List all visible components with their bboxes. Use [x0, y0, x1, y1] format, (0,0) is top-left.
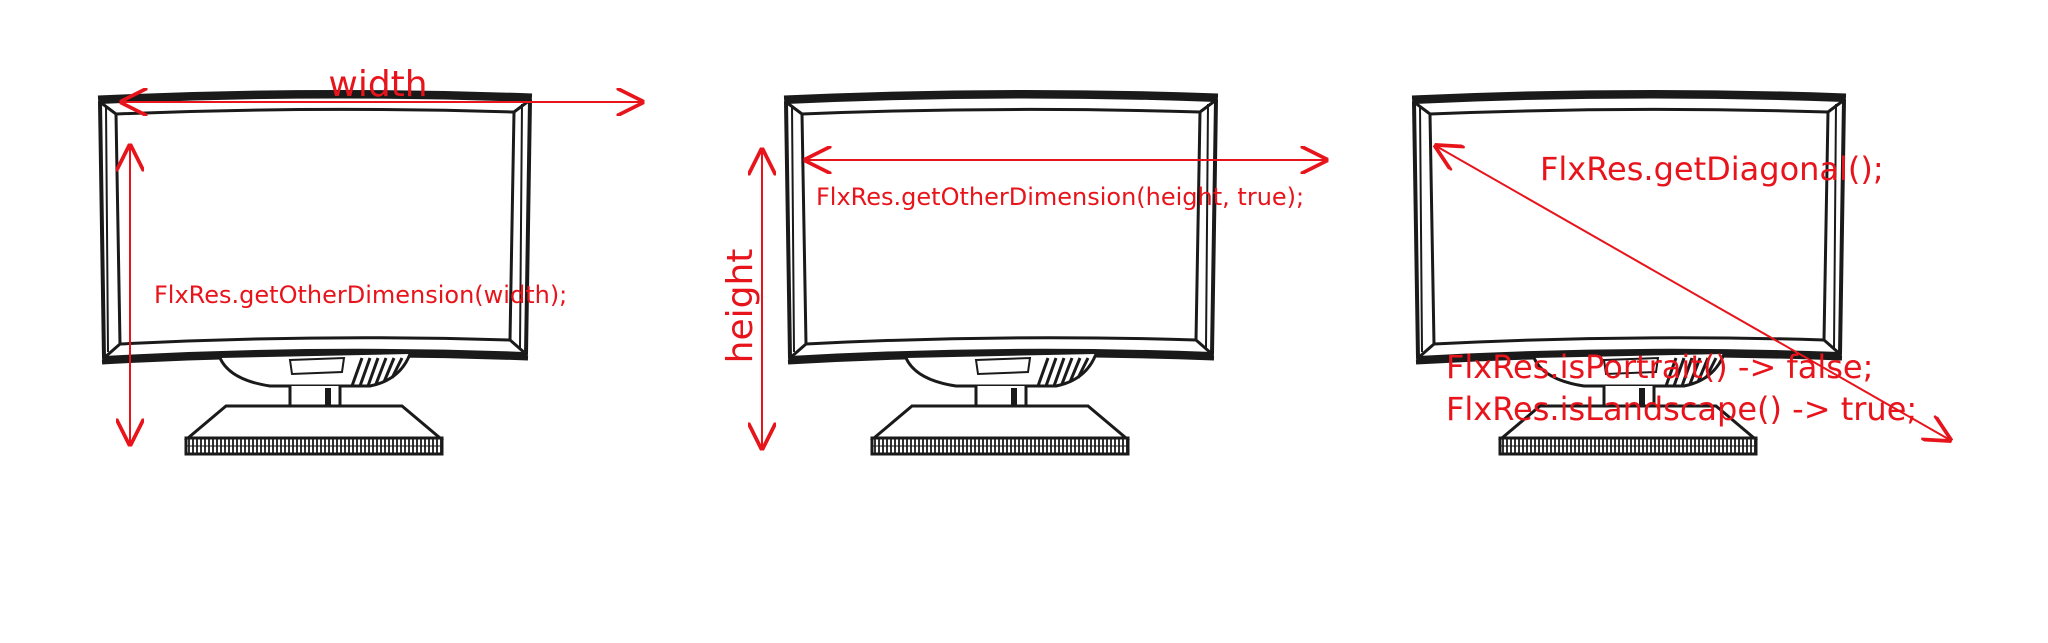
other-dimension-code: FlxRes.getOtherDimension(width); [154, 281, 567, 309]
other-dimension-code: FlxRes.getOtherDimension(height, true); [816, 183, 1304, 211]
diagonal-code: FlxRes.getDiagonal(); [1540, 150, 1884, 188]
monitor-icon [98, 92, 532, 454]
landscape-code: FlxRes.isLandscape() -> true; [1446, 390, 1917, 428]
monitor-icon [784, 92, 1218, 454]
portrait-code: FlxRes.isPortrait() -> false; [1446, 348, 1873, 386]
monitor-width: width FlxRes.getOtherDimension(width); [98, 64, 642, 454]
resolution-diagram: width FlxRes.getOtherDimension(width); h… [0, 64, 2048, 643]
width-label: width [328, 64, 427, 105]
height-label: height [720, 249, 761, 364]
monitor-diagonal: FlxRes.getDiagonal(); FlxRes.isPortrait(… [1412, 92, 1950, 454]
monitor-height: height FlxRes.getOtherDimension(height, … [720, 92, 1326, 454]
